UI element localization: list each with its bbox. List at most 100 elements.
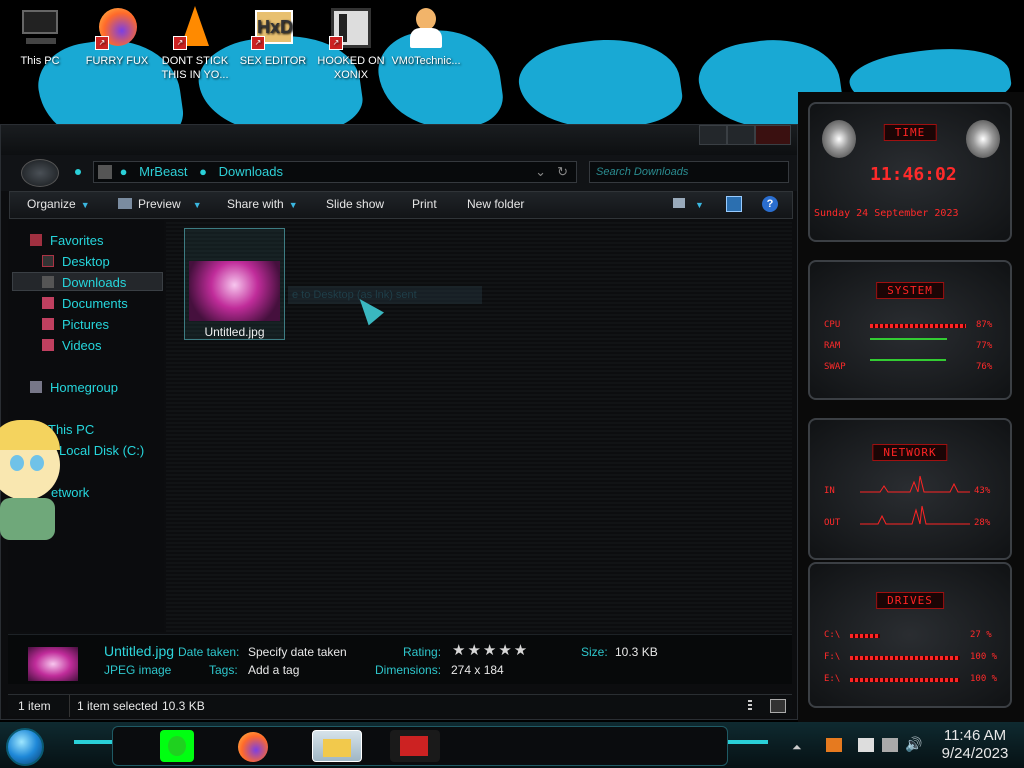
chevron-down-icon[interactable]: ⌄ [535, 162, 546, 182]
taskbar-accent [728, 740, 768, 744]
clock-date: 9/24/2023 [941, 745, 1009, 762]
network-gadget-title: NETWORK [872, 444, 948, 461]
status-selected: 1 item selected [77, 699, 158, 713]
breadcrumb-mrbeast[interactable]: MrBeast [139, 164, 187, 179]
start-orb-button[interactable] [6, 728, 44, 766]
rating-stars[interactable]: ★★★★★ [452, 641, 529, 659]
network-out-value: 28% [974, 518, 991, 528]
taskbar-clock[interactable]: 11:46 AM 9/24/2023 [930, 727, 1020, 763]
swap-value: 76% [976, 362, 993, 372]
volume-icon[interactable]: 🔊 [905, 736, 922, 753]
nav-downloads[interactable]: Downloads [42, 275, 126, 290]
star-icon [30, 234, 42, 246]
tray-overflow-icon[interactable]: ⏶ [792, 740, 802, 755]
share-with-button[interactable]: Share with ▼ [227, 197, 298, 211]
date-taken-label: Date taken: [178, 645, 240, 659]
drive-e-value: 100 % [970, 674, 998, 684]
network-in-graph [860, 475, 970, 493]
network-out-graph [860, 505, 970, 525]
nav-favorites[interactable]: Favorites [30, 233, 103, 248]
app-taskbar-icon[interactable] [390, 730, 440, 762]
status-bar: 1 item 1 item selected 10.3 KB [8, 694, 792, 717]
gadget-clock: 11:46:02 [870, 164, 957, 185]
preview-pane-icon[interactable] [726, 196, 742, 212]
folder-icon [98, 165, 112, 179]
tray-app-icon[interactable] [826, 738, 842, 752]
file-explorer-taskbar-icon[interactable] [312, 730, 362, 762]
drives-gadget-title: DRIVES [876, 592, 944, 609]
nav-videos[interactable]: Videos [42, 338, 102, 353]
desktop-icon-label: This PC [20, 55, 60, 67]
details-view-icon[interactable] [748, 700, 752, 712]
nav-homegroup[interactable]: Homegroup [30, 380, 118, 395]
back-forward-orb[interactable] [21, 159, 59, 187]
large-icons-view-icon[interactable] [770, 699, 786, 713]
alien-head-icon [966, 120, 1000, 158]
drives-gadget: DRIVES C:\ 27 % F:\ 100 % E:\ 100 % [808, 562, 1012, 708]
desktop-icon-dont-stick[interactable]: ↗ DONT STICK THIS IN YO... [157, 6, 233, 82]
view-options-button[interactable]: ▼ [673, 197, 704, 211]
breadcrumb-separator-icon: ● [119, 164, 128, 179]
ram-bar [870, 338, 947, 340]
address-bar[interactable]: ● MrBeast ● Downloads ⌄ ↻ [93, 161, 577, 183]
ram-label: RAM [824, 341, 841, 351]
close-button[interactable] [755, 125, 791, 145]
desktop-icon-sex-editor[interactable]: HxD ↗ SEX EDITOR [235, 6, 311, 68]
slide-show-button[interactable]: Slide show [326, 197, 384, 211]
refresh-icon[interactable]: ↻ [557, 162, 568, 182]
status-item-count: 1 item [18, 699, 51, 713]
feedly-icon[interactable] [160, 730, 194, 762]
status-divider [69, 695, 70, 717]
network-out-label: OUT [824, 518, 841, 528]
desktop-icon-furry-fux[interactable]: ↗ FURRY FUX [79, 6, 155, 68]
preview-button[interactable]: Preview ▼ [118, 197, 202, 211]
desktop-icon-vm0technic[interactable]: VM0Technic... [388, 6, 464, 68]
drive-f-value: 100 % [970, 652, 998, 662]
recent-pages-icon[interactable] [75, 169, 81, 175]
nav-documents[interactable]: Documents [42, 296, 128, 311]
taskbar-accent [74, 740, 114, 744]
print-button[interactable]: Print [412, 197, 437, 211]
help-icon[interactable]: ? [762, 196, 778, 212]
gadget-date: Sunday 24 September 2023 [814, 208, 959, 219]
status-selected-size: 10.3 KB [162, 699, 205, 713]
drive-f-bar [850, 656, 960, 660]
cpu-bar [870, 324, 966, 328]
drive-e-bar [850, 678, 960, 682]
star-butterfly-sticker [0, 420, 60, 540]
network-in-value: 43% [974, 486, 991, 496]
maximize-button[interactable] [727, 125, 755, 145]
drive-c-value: 27 % [970, 630, 992, 640]
drag-tooltip: e to Desktop (as lnk) sent [288, 286, 482, 304]
system-gadget: SYSTEM CPU 87% RAM 77% SWAP 76% [808, 260, 1012, 400]
breadcrumb-downloads[interactable]: Downloads [219, 164, 283, 179]
tags-value[interactable]: Add a tag [248, 663, 299, 677]
action-center-icon[interactable] [858, 738, 874, 752]
window-titlebar[interactable] [1, 125, 797, 155]
swap-bar [870, 359, 946, 361]
firefox-taskbar-icon[interactable] [236, 730, 270, 762]
organize-button[interactable]: Organize ▼ [27, 197, 90, 211]
drive-c-label: C:\ [824, 630, 841, 640]
nav-local-disk[interactable]: Local Disk (C:) [59, 443, 144, 458]
new-folder-button[interactable]: New folder [467, 197, 524, 211]
nav-desktop[interactable]: Desktop [42, 254, 110, 269]
person-icon [404, 6, 448, 50]
network-tray-icon[interactable] [882, 738, 898, 752]
ram-value: 77% [976, 341, 993, 351]
swap-label: SWAP [824, 362, 846, 372]
breadcrumb-separator-icon: ● [199, 164, 207, 179]
nav-pictures[interactable]: Pictures [42, 317, 109, 332]
firefox-icon: ↗ [95, 6, 139, 50]
desktop-icon-hooked-on-xonix[interactable]: ↗ HOOKED ON XONIX [313, 6, 389, 82]
search-input[interactable]: Search Downloads [589, 161, 789, 183]
rating-label: Rating: [403, 645, 442, 659]
file-item-untitled-jpg[interactable]: Untitled.jpg [184, 228, 285, 340]
network-in-label: IN [824, 486, 835, 496]
image-thumbnail [189, 261, 280, 321]
view-icon [673, 198, 685, 208]
desktop-icon-this-pc[interactable]: This PC [2, 6, 78, 68]
homegroup-icon [30, 381, 42, 393]
date-taken-value[interactable]: Specify date taken [248, 645, 347, 659]
minimize-button[interactable] [699, 125, 727, 145]
